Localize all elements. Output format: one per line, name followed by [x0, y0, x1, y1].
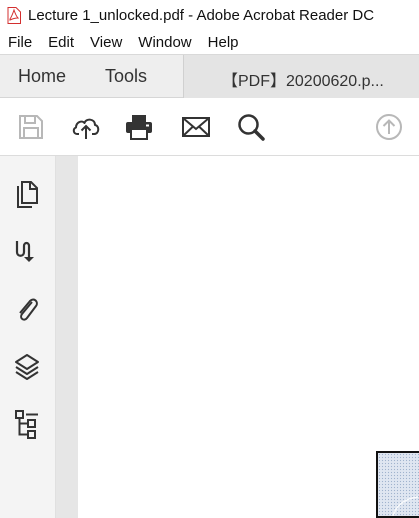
print-icon[interactable] — [124, 112, 154, 142]
save-icon[interactable] — [16, 112, 46, 142]
menu-file[interactable]: File — [8, 34, 32, 51]
pdf-file-icon — [7, 6, 21, 24]
upload-cloud-icon[interactable] — [71, 112, 101, 142]
document-page[interactable] — [78, 156, 419, 518]
document-gutter — [56, 156, 78, 518]
pages-icon[interactable] — [13, 178, 41, 210]
thumbnail-pattern — [378, 453, 419, 516]
tab-document[interactable]: 【PDF】20200620.p... — [184, 55, 419, 98]
window-title: Lecture 1_unlocked.pdf - Adobe Acrobat R… — [28, 6, 375, 24]
title-bar: Lecture 1_unlocked.pdf - Adobe Acrobat R… — [0, 0, 419, 30]
layers-icon[interactable] — [13, 351, 41, 383]
menu-window[interactable]: Window — [138, 34, 191, 51]
menu-bar: File Edit View Window Help — [0, 30, 419, 54]
email-icon[interactable] — [181, 112, 211, 142]
tab-bar: Home Tools 【PDF】20200620.p... — [0, 54, 419, 98]
search-icon[interactable] — [236, 112, 266, 142]
left-sidebar — [0, 156, 56, 518]
tab-document-label: 【PDF】20200620.p... — [222, 73, 384, 90]
tab-home[interactable]: Home — [18, 66, 66, 87]
menu-help[interactable]: Help — [208, 34, 239, 51]
attachment-icon[interactable] — [13, 293, 41, 325]
scroll-up-icon[interactable] — [374, 112, 404, 142]
menu-view[interactable]: View — [90, 34, 122, 51]
structure-icon[interactable] — [13, 408, 41, 440]
page-thumbnail — [376, 451, 419, 518]
menu-edit[interactable]: Edit — [48, 34, 74, 51]
tab-tools[interactable]: Tools — [105, 66, 147, 87]
toolbar — [0, 98, 419, 156]
bookmark-icon[interactable] — [13, 236, 41, 268]
